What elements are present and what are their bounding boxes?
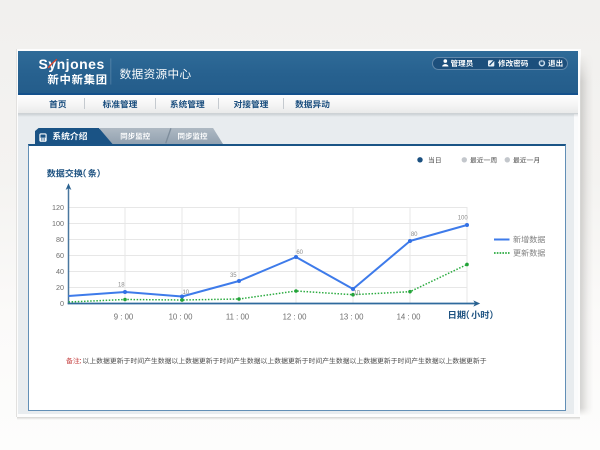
svg-text:11 : 00: 11 : 00	[226, 313, 250, 322]
svg-text:35: 35	[230, 273, 237, 279]
svg-text:18: 18	[118, 282, 125, 288]
svg-text:100: 100	[52, 219, 64, 228]
svg-text:100: 100	[458, 216, 469, 222]
svg-text:10: 10	[182, 290, 189, 296]
svg-text:60: 60	[296, 250, 303, 256]
svg-text:12 : 00: 12 : 00	[283, 313, 308, 322]
svg-text:10 : 00: 10 : 00	[169, 313, 194, 322]
svg-text:120: 120	[52, 203, 64, 212]
svg-text:9 : 00: 9 : 00	[114, 313, 134, 322]
svg-text:13 : 00: 13 : 00	[340, 313, 365, 322]
svg-text:80: 80	[56, 235, 64, 244]
svg-text:60: 60	[56, 251, 64, 260]
svg-text:14 : 00: 14 : 00	[397, 313, 422, 322]
svg-text:10: 10	[353, 290, 360, 296]
svg-text:20: 20	[56, 283, 64, 292]
svg-text:0: 0	[60, 299, 64, 308]
svg-text:80: 80	[411, 232, 418, 238]
svg-text:40: 40	[56, 267, 64, 276]
